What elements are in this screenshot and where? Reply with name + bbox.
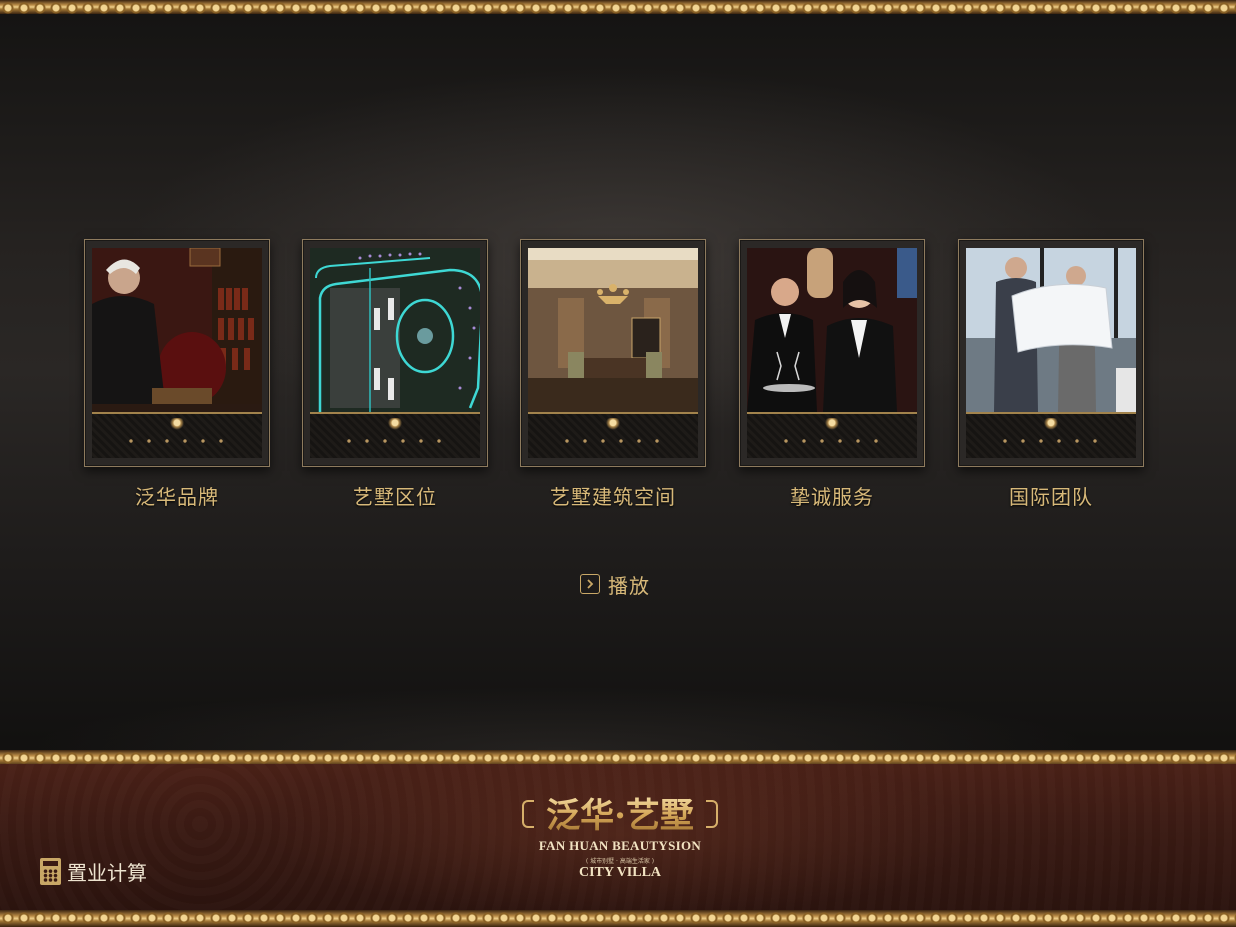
card-frame	[302, 239, 488, 467]
menu-card-label: 艺墅区位	[353, 485, 437, 509]
brand-gentleman-photo	[92, 248, 262, 412]
logo-english-name: FAN HUAN BEAUTYSION	[538, 838, 702, 853]
calculator-icon	[40, 858, 61, 885]
menu-card-location[interactable]: 艺墅区位	[302, 239, 488, 510]
logo-chinese-name: 泛华·艺墅	[542, 788, 698, 837]
menu-card-label: 泛华品牌	[135, 485, 219, 509]
card-architecture-strip	[528, 412, 698, 458]
site-plan-map	[310, 248, 480, 412]
card-frame	[84, 239, 270, 467]
card-team-strip	[966, 412, 1136, 458]
menu-card-service[interactable]: 挚诚服务	[739, 239, 925, 510]
team-blueprint-photo	[966, 248, 1136, 412]
calculator-label: 置业计算	[67, 861, 147, 885]
menu-card-brand[interactable]: 泛华品牌	[84, 239, 270, 510]
card-frame	[739, 239, 925, 467]
play-label: 播放	[608, 573, 650, 598]
card-frame	[958, 239, 1144, 467]
card-location-strip	[310, 412, 480, 458]
service-staff-photo	[747, 248, 917, 412]
logo-left-ornament-icon	[514, 792, 542, 832]
footer-bottom-gold-border	[0, 910, 1236, 927]
card-service-strip	[747, 412, 917, 458]
mortgage-calculator-button[interactable]: 置业计算	[40, 857, 147, 886]
logo-right-ornament-icon	[698, 792, 726, 832]
play-square-icon	[580, 574, 600, 594]
interior-living-room-photo	[528, 248, 698, 412]
top-gold-border	[0, 0, 1236, 14]
menu-card-team[interactable]: 国际团队	[958, 239, 1144, 510]
card-thumbnail	[310, 248, 480, 458]
menu-cards: 泛华品牌 艺墅区位 艺墅建筑空间 挚诚服务 国际团队	[0, 239, 1236, 509]
menu-card-label: 国际团队	[1009, 485, 1093, 509]
card-thumbnail	[528, 248, 698, 458]
menu-card-label: 挚诚服务	[790, 485, 874, 509]
logo-city-villa: CITY VILLA	[578, 865, 662, 880]
card-brand-strip	[92, 412, 262, 458]
card-thumbnail	[966, 248, 1136, 458]
play-button[interactable]: 播放	[580, 570, 650, 598]
logo-title-row: 泛华·艺墅	[490, 786, 750, 838]
menu-card-architecture[interactable]: 艺墅建筑空间	[520, 239, 706, 510]
menu-card-label: 艺墅建筑空间	[550, 485, 676, 509]
logo-subtitle: ( 城市别墅 · 高端生活家 )	[585, 858, 655, 865]
card-thumbnail	[747, 248, 917, 458]
brand-logo: 泛华·艺墅 FAN HUAN BEAUTYSION ( 城市别墅 · 高端生活家…	[490, 786, 750, 882]
card-thumbnail	[92, 248, 262, 458]
card-frame	[520, 239, 706, 467]
